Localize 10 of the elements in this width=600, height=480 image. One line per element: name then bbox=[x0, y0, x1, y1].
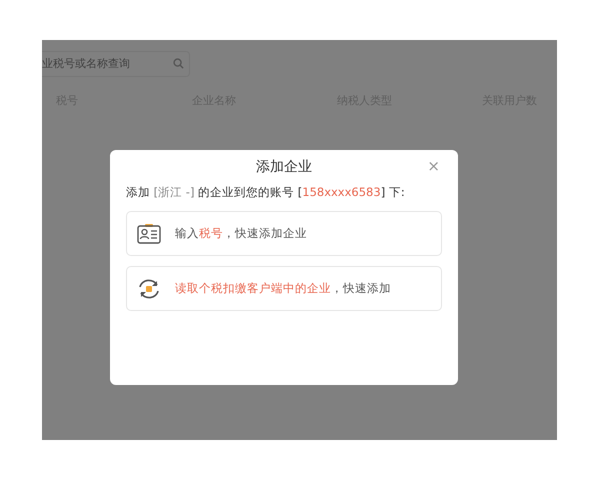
sync-icon bbox=[137, 278, 161, 300]
dialog-message: 添加 [浙江 -] 的企业到您的账号 [158xxxx6583] 下: bbox=[126, 184, 406, 201]
option-card[interactable]: 读取个税扣缴客户端中的企业，快速添加 bbox=[126, 266, 442, 312]
option-label: 读取个税扣缴客户端中的企业，快速添加 bbox=[175, 280, 391, 298]
option-label: 输入税号，快速添加企业 bbox=[175, 225, 307, 242]
dialog-title: 添加企业 bbox=[256, 158, 312, 177]
option-card[interactable]: 输入税号，快速添加企业 bbox=[126, 211, 442, 256]
id-card-icon bbox=[137, 222, 161, 245]
search-icon bbox=[173, 58, 184, 69]
search-field[interactable]: 业税号或名称查询 bbox=[42, 50, 190, 76]
